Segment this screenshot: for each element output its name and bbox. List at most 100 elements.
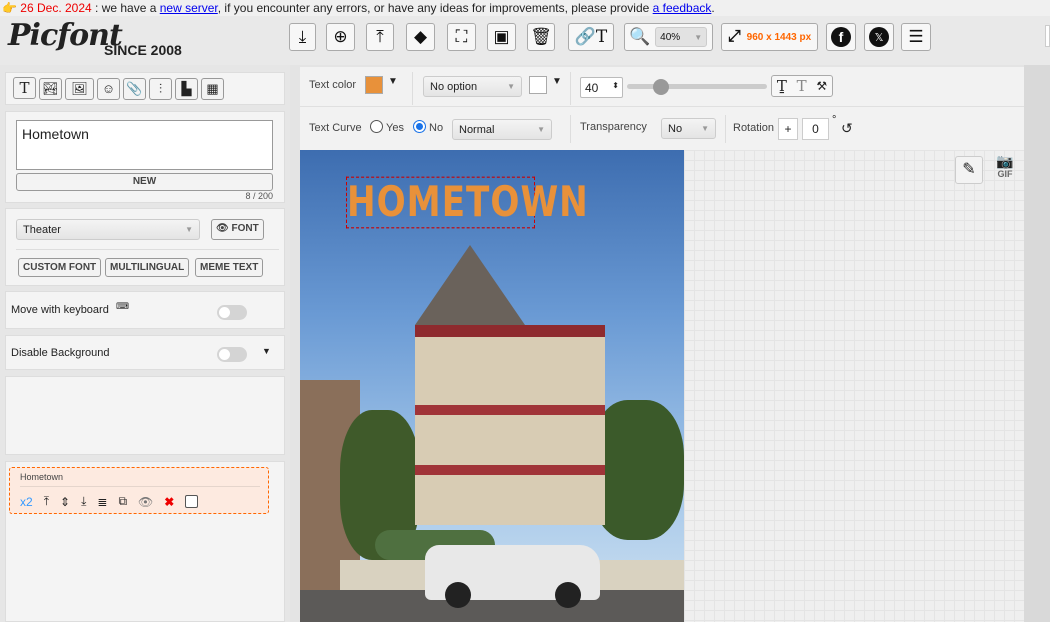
upload-icon: ⤒: [376, 27, 384, 46]
text-input[interactable]: Hometown: [16, 120, 273, 170]
menu-button[interactable]: ☰: [901, 23, 931, 51]
arrow-keys-icon: ⌨: [116, 301, 129, 311]
font-select-value: Theater: [23, 223, 61, 236]
fullscreen-button[interactable]: ⛶: [447, 23, 476, 51]
trash-icon: 🗑: [530, 27, 552, 46]
gif-camera-button[interactable]: 📷 GIF: [990, 153, 1020, 184]
font-card: Theater ▼ 👁 FONT CUSTOM FONT MULTILINGUAL…: [5, 208, 285, 286]
font-size-slider[interactable]: [627, 79, 767, 95]
download-button[interactable]: ⤓: [289, 23, 316, 51]
right-scroll-strip: [1024, 65, 1050, 622]
fill-button[interactable]: ◆: [406, 23, 435, 51]
reset-rotation-icon[interactable]: ↺: [841, 120, 853, 137]
fullscreen-icon: ⛶: [455, 27, 468, 46]
layers-card: Hometown x2 ⤒ ⇕ ⤓ ≣ ⧉ 👁 ✖: [5, 461, 285, 622]
curve-select-value: Normal: [459, 123, 495, 136]
caret-down-icon[interactable]: ▼: [552, 76, 562, 87]
camera-icon: 📷: [996, 153, 1014, 169]
eyedropper-icon: ✎: [962, 161, 976, 178]
curve-no-radio[interactable]: [413, 120, 426, 133]
upload-button[interactable]: ⤒: [366, 23, 394, 51]
lines-icon[interactable]: ≣: [97, 495, 107, 509]
text-tool-button[interactable]: T: [13, 77, 36, 99]
chevron-down-icon: ▼: [694, 32, 703, 42]
delete-button[interactable]: 🗑: [527, 23, 555, 51]
resize-button[interactable]: ⤢ 960 x 1443 px: [721, 23, 818, 51]
align-top-icon[interactable]: ⤒: [44, 494, 49, 509]
background-color-swatch[interactable]: [529, 76, 547, 94]
caret-down-icon[interactable]: ▼: [262, 346, 271, 356]
notice-text: , if you encounter any errors, or have a…: [217, 1, 653, 15]
meme-text-button[interactable]: MEME TEXT: [195, 258, 264, 277]
caret-down-icon[interactable]: ▼: [388, 76, 398, 87]
rotation-input[interactable]: 0: [802, 118, 829, 140]
chevron-down-icon: ▼: [701, 124, 709, 133]
divider: [20, 486, 260, 487]
text-curve-label: Text Curve: [309, 122, 362, 134]
side-input[interactable]: [1045, 25, 1050, 47]
text-color-swatch[interactable]: [365, 76, 383, 94]
text-style-buttons: Ṯ T ⚒: [771, 75, 833, 97]
disable-background-toggle[interactable]: [217, 347, 247, 362]
notice-bar: 👉 26 Dec. 2024 : we have a new server, i…: [0, 0, 1050, 16]
eyedropper-button[interactable]: ✎: [955, 156, 983, 184]
hamburger-icon: ☰: [908, 27, 924, 46]
house-trim: [415, 325, 605, 337]
image-button[interactable]: ▣: [487, 23, 516, 51]
notice-text: .: [711, 1, 715, 15]
divider: [16, 249, 279, 250]
transparency-label: Transparency: [580, 121, 647, 133]
curve-text-icon[interactable]: Ṯ: [777, 77, 787, 95]
paperclip-icon[interactable]: 📎: [123, 78, 146, 100]
custom-font-button[interactable]: CUSTOM FONT: [18, 258, 102, 277]
canvas-image[interactable]: HOMETOWN: [300, 150, 684, 622]
font-select[interactable]: Theater ▼: [16, 219, 200, 240]
since-label: SINCE 2008: [104, 42, 182, 58]
grid-icon[interactable]: ▦: [201, 78, 224, 100]
divider: [300, 106, 1024, 107]
move-keyboard-toggle[interactable]: [217, 305, 247, 320]
copy-icon[interactable]: ⧉: [118, 494, 127, 509]
transparency-select-value: No: [668, 122, 683, 135]
curve-select[interactable]: Normal ▼: [452, 119, 552, 140]
x-share-button[interactable]: 𝕏: [864, 23, 894, 51]
align-bottom-icon[interactable]: ⤓: [81, 494, 86, 509]
hammer-icon[interactable]: ⚒: [816, 79, 827, 93]
eye-icon[interactable]: 👁: [138, 495, 153, 509]
curve-yes-radio[interactable]: [370, 120, 383, 133]
slider-thumb[interactable]: [653, 79, 669, 95]
spinner-icon[interactable]: ⬍: [612, 81, 619, 90]
new-server-link[interactable]: new server: [160, 1, 218, 15]
option-select[interactable]: No option ▼: [423, 76, 522, 97]
link-text-button[interactable]: 🔗 T: [568, 23, 614, 51]
duplicate-x2-button[interactable]: x2: [20, 495, 33, 509]
text-icon[interactable]: T: [797, 77, 807, 95]
align-middle-icon[interactable]: ⇕: [60, 495, 70, 509]
disable-background-label: Disable Background: [11, 347, 110, 359]
notice-text: : we have a: [91, 1, 160, 15]
zoom-select[interactable]: 40% ▼: [655, 27, 708, 47]
curve-no-label: No: [429, 122, 444, 134]
divider: [725, 115, 726, 143]
transparency-select[interactable]: No ▼: [661, 118, 716, 139]
expand-icon: ⤢: [727, 28, 741, 45]
layer-checkbox[interactable]: [185, 495, 199, 508]
overlay-text[interactable]: HOMETOWN: [346, 176, 588, 229]
sliders-icon[interactable]: ⫶: [149, 78, 172, 100]
emoji-icon[interactable]: ☺: [97, 77, 120, 100]
multilingual-button[interactable]: MULTILINGUAL: [105, 258, 190, 277]
option-select-value: No option: [430, 80, 478, 93]
font-preview-button[interactable]: 👁 FONT: [211, 219, 264, 240]
feedback-link[interactable]: a feedback: [653, 1, 712, 15]
new-button[interactable]: NEW: [16, 173, 273, 191]
background-image-icon[interactable]: ▙: [175, 78, 198, 100]
image-tool-button[interactable]: 🏞: [39, 78, 62, 100]
rotation-plus-button[interactable]: +: [778, 118, 798, 140]
image-text-tool-button[interactable]: 🖼: [65, 78, 94, 100]
font-size-value: 40: [585, 81, 599, 95]
layer-item[interactable]: Hometown x2 ⤒ ⇕ ⤓ ≣ ⧉ 👁 ✖: [9, 467, 269, 514]
delete-x-icon[interactable]: ✖: [164, 495, 174, 509]
facebook-button[interactable]: f: [826, 23, 856, 51]
font-size-input[interactable]: 40 ⬍: [580, 77, 623, 98]
add-button[interactable]: ⊕: [326, 23, 355, 51]
